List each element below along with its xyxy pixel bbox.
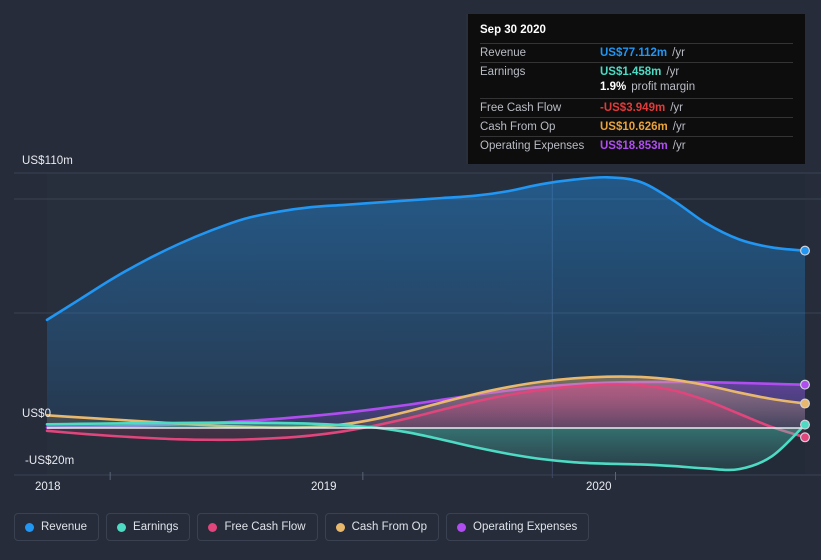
legend-item-free-cash-flow[interactable]: Free Cash Flow — [197, 513, 318, 541]
legend-label-operating-expenses: Operating Expenses — [473, 521, 578, 533]
legend-dot-earnings-icon — [117, 522, 127, 532]
endpoint-free-cash-flow — [799, 432, 810, 443]
legend-item-operating-expenses[interactable]: Operating Expenses — [446, 513, 590, 541]
tooltip-key-free-cash-flow: Free Cash Flow — [480, 102, 562, 114]
tooltip-row-operating-expenses: Operating Expenses US$18.853m /yr — [480, 136, 793, 155]
y-axis-label-bottom: -US$20m — [25, 455, 75, 467]
endpoint-operating-expenses — [799, 379, 810, 390]
tooltip-value-operating-expenses: US$18.853m — [600, 140, 668, 152]
tooltip-row-free-cash-flow: Free Cash Flow -US$3.949m /yr — [480, 98, 793, 117]
legend-item-cash-from-op[interactable]: Cash From Op — [324, 513, 440, 541]
legend-item-revenue[interactable]: Revenue — [14, 513, 100, 541]
endpoint-earnings — [799, 419, 810, 430]
tooltip-key-revenue: Revenue — [480, 47, 527, 59]
tooltip-unit-cash-from-op: /yr — [672, 121, 686, 133]
tooltip-unit-revenue: /yr — [672, 47, 685, 59]
tooltip-unit-earnings: /yr — [666, 66, 680, 78]
legend-label-free-cash-flow: Free Cash Flow — [224, 521, 306, 533]
y-axis-label-zero: US$0 — [22, 408, 52, 420]
legend-dot-free-cash-flow-icon — [208, 522, 218, 532]
legend-label-earnings: Earnings — [133, 521, 179, 533]
legend-item-earnings[interactable]: Earnings — [106, 513, 191, 541]
tooltip-value-earnings: US$1.458m — [600, 66, 662, 78]
x-axis-label-2019: 2019 — [311, 481, 337, 493]
legend-dot-revenue-icon — [25, 522, 34, 532]
endpoint-cash-from-op — [799, 398, 810, 409]
legend-label-cash-from-op: Cash From Op — [351, 521, 428, 533]
tooltip-value-profit-margin: 1.9% — [600, 81, 627, 93]
x-axis-label-2018: 2018 — [35, 481, 61, 493]
tooltip-row-revenue: Revenue US$77.112m /yr — [480, 43, 793, 62]
tooltip-row-cash-from-op: Cash From Op US$10.626m /yr — [480, 117, 793, 136]
endpoint-revenue — [799, 245, 810, 256]
tooltip-key-earnings: Earnings — [480, 66, 526, 78]
x-axis-label-2020: 2020 — [586, 481, 612, 493]
tooltip-value-revenue: US$77.112m — [600, 47, 668, 59]
financial-chart-screenshot: US$110m US$0 -US$20m 2018 2019 2020 Sep … — [0, 0, 821, 560]
legend-label-revenue: Revenue — [41, 521, 88, 533]
tooltip-label-profit-margin: profit margin — [631, 81, 696, 93]
y-axis-label-top: US$110m — [22, 155, 73, 167]
legend-dot-cash-from-op-icon — [335, 522, 345, 532]
tooltip-row-profit-margin: 1.9% profit margin — [480, 81, 793, 98]
tooltip-value-free-cash-flow: -US$3.949m — [600, 102, 666, 114]
tooltip-row-earnings: Earnings US$1.458m /yr — [480, 62, 793, 81]
tooltip-value-cash-from-op: US$10.626m — [600, 121, 668, 133]
legend-dot-operating-expenses-icon — [457, 522, 467, 532]
tooltip-key-cash-from-op: Cash From Op — [480, 121, 556, 133]
chart-legend: Revenue Earnings Free Cash Flow Cash Fro… — [14, 513, 590, 541]
tooltip-unit-operating-expenses: /yr — [672, 140, 686, 152]
chart-tooltip: Sep 30 2020 Revenue US$77.112m /yr Earni… — [466, 14, 805, 164]
tooltip-unit-free-cash-flow: /yr — [670, 102, 683, 114]
tooltip-key-operating-expenses: Operating Expenses — [480, 140, 585, 152]
tooltip-date: Sep 30 2020 — [480, 24, 546, 36]
